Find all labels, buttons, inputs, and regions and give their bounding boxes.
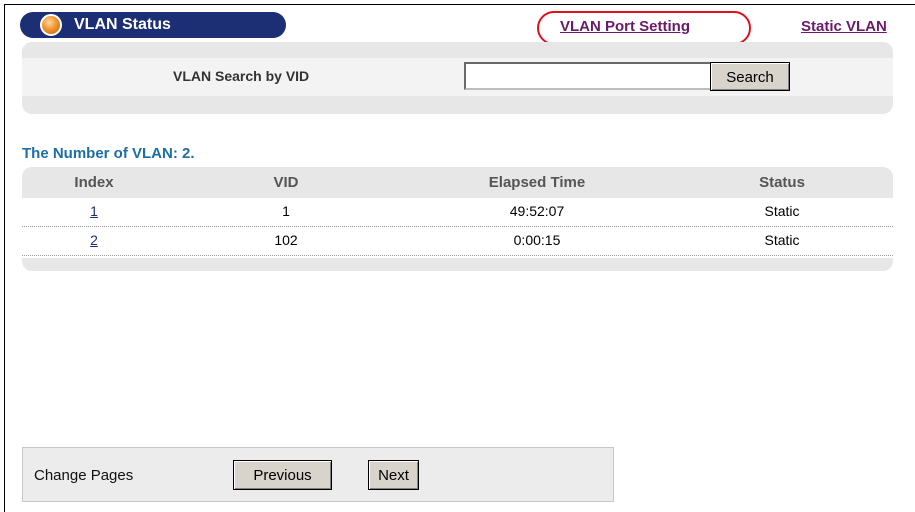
vid-search-input[interactable] (464, 62, 713, 90)
row-elapsed-time: 49:52:07 (509, 203, 565, 219)
page-title: VLAN Status (74, 16, 171, 33)
row-status: Static (764, 232, 800, 248)
row-index-link[interactable]: 1 (62, 203, 126, 219)
table-row: 2 102 0:00:15 Static (22, 227, 893, 256)
next-button[interactable]: Next (368, 460, 419, 490)
row-elapsed-time: 0:00:15 (513, 232, 561, 248)
orange-orb-icon (40, 14, 62, 36)
table-header: Index VID Elapsed Time Status (22, 167, 893, 197)
search-panel: VLAN Search by VID Search (22, 42, 893, 114)
header-vid: VID (273, 174, 299, 191)
vlan-count-heading: The Number of VLAN: 2. (22, 145, 195, 162)
static-vlan-link[interactable]: Static VLAN (801, 18, 887, 35)
search-label: VLAN Search by VID (173, 68, 310, 84)
table-body: 1 1 49:52:07 Static 2 102 0:00:15 Static (22, 198, 893, 258)
change-pages-label: Change Pages (34, 467, 134, 484)
row-vid: 1 (282, 203, 290, 219)
vlan-table: Index VID Elapsed Time Status 1 1 49:52:… (22, 167, 893, 271)
row-status: Static (764, 203, 800, 219)
page-navigation: Change Pages Previous Next (22, 447, 614, 502)
previous-button[interactable]: Previous (233, 460, 332, 490)
row-index-link[interactable]: 2 (62, 232, 126, 248)
search-row: VLAN Search by VID Search (22, 58, 893, 96)
page-title-bar: VLAN Status (20, 12, 286, 38)
search-button[interactable]: Search (710, 62, 790, 91)
row-vid: 102 (274, 232, 298, 248)
header-elapsed-time: Elapsed Time (488, 174, 586, 191)
vlan-port-setting-link[interactable]: VLAN Port Setting (560, 18, 690, 35)
header-status: Status (759, 174, 805, 191)
header-index: Index (74, 174, 114, 191)
table-row: 1 1 49:52:07 Static (22, 198, 893, 227)
